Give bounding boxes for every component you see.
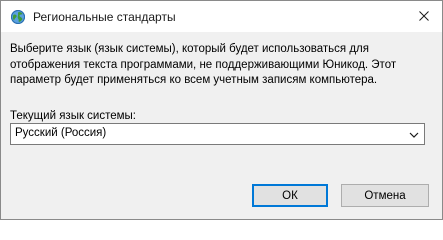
current-language-label: Текущий язык системы:	[10, 110, 137, 122]
system-language-select[interactable]: Русский (Россия)	[10, 123, 425, 145]
chevron-down-icon[interactable]	[408, 128, 420, 140]
close-button[interactable]	[406, 1, 442, 32]
description-text: Выберите язык (язык системы), который бу…	[10, 43, 397, 86]
ok-button[interactable]: ОК	[252, 184, 328, 207]
globe-icon	[10, 9, 26, 25]
selected-language-value: Русский (Россия)	[15, 127, 107, 139]
cancel-button[interactable]: Отмена	[341, 184, 429, 207]
dialog-body: Выберите язык (язык системы), который бу…	[1, 32, 442, 219]
close-icon	[419, 8, 429, 26]
regional-settings-dialog: Региональные стандарты Выберите язык (яз…	[0, 0, 443, 220]
window-title: Региональные стандарты	[33, 10, 176, 24]
title-bar[interactable]: Региональные стандарты	[1, 1, 442, 32]
